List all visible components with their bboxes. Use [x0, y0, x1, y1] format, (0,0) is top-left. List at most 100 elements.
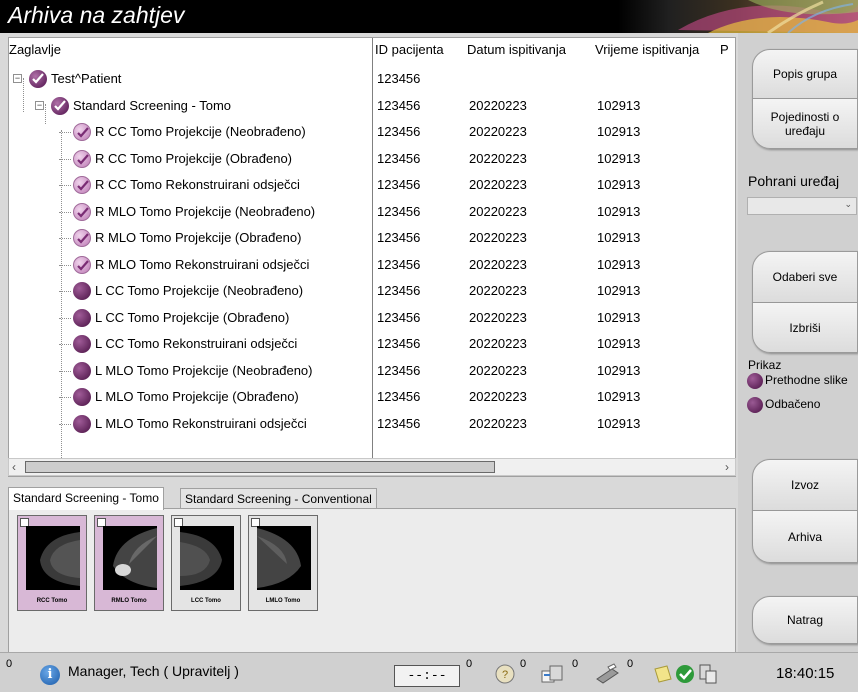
table-row[interactable]: L CC Tomo Projekcije (Neobrađeno) 123456 2… — [9, 278, 735, 304]
clock: 18:40:15 — [776, 665, 835, 682]
column-header-truncated[interactable]: P — [720, 38, 734, 62]
right-button-panel: Popis grupa Pojedinosti o uređaju Pohran… — [738, 33, 858, 652]
table-row[interactable]: R CC Tomo Projekcije (Obrađeno) 123456 202… — [9, 146, 735, 172]
row-title: R MLO Tomo Projekcije (Obrađeno) — [95, 230, 302, 245]
horizontal-scrollbar[interactable]: ‹ › — [8, 458, 736, 476]
row-patient-id: 123456 — [377, 97, 421, 113]
status-check-icon[interactable] — [73, 123, 91, 141]
image-thumbnail[interactable]: LMLO Tomo — [248, 515, 318, 611]
row-title: R CC Tomo Projekcije (Obrađeno) — [95, 150, 292, 166]
archive-button[interactable]: Arhiva — [752, 511, 858, 563]
row-exam-time: 102913 — [597, 97, 641, 113]
status-check-icon[interactable] — [73, 229, 91, 247]
thumbnail-label: LCC Tomo — [191, 598, 221, 604]
note-icon[interactable] — [652, 663, 674, 685]
scrollbar-thumb[interactable] — [25, 461, 495, 473]
scroll-left-icon[interactable]: ‹ — [12, 460, 16, 474]
row-patient-id: 123456 — [377, 415, 421, 431]
row-exam-date: 20220223 — [469, 362, 527, 378]
table-row[interactable]: R MLO Tomo Projekcije (Obrađeno) 123456 20… — [9, 225, 735, 251]
row-exam-date: 20220223 — [469, 389, 527, 404]
row-exam-date: 20220223 — [469, 230, 527, 245]
status-dot-icon[interactable] — [73, 361, 91, 380]
image-thumbnail[interactable]: RCC Tomo — [17, 515, 87, 611]
status-check-icon[interactable] — [674, 663, 696, 685]
table-row[interactable]: R CC Tomo Rekonstruirani odsječci 123456 2… — [9, 172, 735, 198]
store-device-label: Pohrani uređaj — [748, 173, 840, 189]
status-check-icon[interactable] — [73, 176, 91, 194]
row-exam-date: 20220223 — [469, 283, 527, 298]
back-button[interactable]: Natrag — [752, 596, 858, 644]
row-exam-date: 20220223 — [469, 150, 527, 166]
row-exam-time: 102913 — [597, 415, 641, 431]
row-exam-time: 102913 — [597, 150, 641, 166]
status-dot-icon[interactable] — [73, 308, 91, 327]
table-row[interactable]: R MLO Tomo Rekonstruirani odsječci 123456… — [9, 252, 735, 278]
store-device-select[interactable]: ⌄ — [747, 197, 857, 215]
row-title: L MLO Tomo Projekcije (Neobrađeno) — [95, 362, 313, 378]
collapse-toggle-icon[interactable]: − — [35, 100, 44, 110]
tab-standard-screening-conventional[interactable]: Standard Screening - Conventional — [180, 488, 377, 510]
prior-images-label: Prethodne slike — [765, 373, 848, 388]
delete-button[interactable]: Izbriši — [752, 303, 858, 353]
status-dot-icon[interactable] — [73, 282, 91, 300]
row-title: Test^Patient — [51, 71, 122, 86]
info-icon[interactable]: i — [40, 665, 60, 685]
status-dot-icon[interactable] — [73, 335, 91, 353]
row-exam-time: 102913 — [597, 389, 641, 404]
row-exam-date: 20220223 — [469, 124, 527, 139]
image-thumbnail[interactable]: LCC Tomo — [171, 515, 241, 611]
scroll-right-icon[interactable]: › — [725, 460, 729, 474]
study-tree-grid[interactable]: Zaglavlje ID pacijenta Datum ispitivanja… — [8, 37, 736, 477]
status-check-icon[interactable] — [51, 96, 69, 115]
row-exam-time: 102913 — [597, 336, 641, 351]
status-check-icon[interactable] — [73, 149, 91, 168]
prior-images-toggle[interactable]: Prethodne slike — [747, 373, 848, 389]
network-icon[interactable] — [696, 663, 718, 685]
help-disc-icon[interactable]: ? — [494, 663, 516, 685]
column-header-exam-date[interactable]: Datum ispitivanja — [467, 38, 591, 62]
timer-display[interactable]: --:-- — [394, 665, 460, 687]
status-dot-icon[interactable] — [73, 414, 91, 433]
table-row[interactable]: L MLO Tomo Projekcije (Obrađeno) 123456 20… — [9, 384, 735, 410]
collapse-toggle-icon[interactable]: − — [13, 74, 22, 83]
media-transfer-icon[interactable] — [540, 663, 566, 685]
table-row[interactable]: − Standard Screening - Tomo 123456 20220223… — [9, 93, 735, 119]
current-user[interactable]: Manager, Tech ( Upravitelj ) — [68, 663, 239, 679]
title-decoration-image — [678, 0, 858, 33]
status-check-icon[interactable] — [29, 70, 47, 88]
table-row[interactable]: L MLO Tomo Rekonstruirani odsječci 123456… — [9, 411, 735, 437]
mammogram-image — [103, 526, 157, 590]
row-exam-date: 20220223 — [469, 309, 527, 325]
thumbnail-label: RCC Tomo — [36, 598, 68, 604]
device-details-button[interactable]: Pojedinosti o uređaju — [752, 99, 858, 149]
table-row[interactable]: − Test^Patient 123456 — [9, 66, 735, 92]
row-title: Standard Screening - Tomo — [73, 97, 232, 113]
row-patient-id: 123456 — [377, 309, 421, 325]
table-row[interactable]: L CC Tomo Rekonstruirani odsječci 123456 2… — [9, 331, 735, 357]
row-exam-time: 102913 — [597, 309, 641, 325]
table-row[interactable]: L MLO Tomo Projekcije (Neobrađeno) 123456… — [9, 358, 735, 384]
column-header-exam-time[interactable]: Vrijeme ispitivanja — [595, 38, 725, 62]
printer-icon[interactable] — [594, 663, 620, 685]
alert-count: 0 — [6, 658, 13, 670]
table-row[interactable]: R MLO Tomo Projekcije (Neobrađeno) 123456… — [9, 199, 735, 225]
groups-list-button[interactable]: Popis grupa — [752, 49, 858, 99]
column-header-title[interactable]: Zaglavlje — [9, 38, 369, 62]
table-row[interactable]: L CC Tomo Projekcije (Obrađeno) 123456 202… — [9, 305, 735, 331]
status-dot-icon[interactable] — [73, 388, 91, 406]
export-button[interactable]: Izvoz — [752, 459, 858, 511]
column-header-patient-id[interactable]: ID pacijenta — [375, 38, 461, 62]
status-check-icon[interactable] — [73, 255, 91, 274]
select-all-button[interactable]: Odaberi sve — [752, 251, 858, 303]
table-row[interactable]: R CC Tomo Projekcije (Neobrađeno) 123456 2… — [9, 119, 735, 145]
row-title: R MLO Tomo Projekcije (Neobrađeno) — [95, 203, 316, 219]
status-check-icon[interactable] — [73, 202, 91, 221]
image-thumbnail[interactable]: RMLO Tomo — [94, 515, 164, 611]
row-patient-id: 123456 — [377, 150, 421, 166]
rejected-toggle[interactable]: Odbačeno — [747, 397, 820, 413]
tab-standard-screening-tomo[interactable]: Standard Screening - Tomo — [8, 487, 164, 510]
row-exam-date: 20220223 — [469, 415, 527, 431]
row-exam-date: 20220223 — [469, 256, 527, 272]
svg-text:?: ? — [502, 669, 508, 681]
